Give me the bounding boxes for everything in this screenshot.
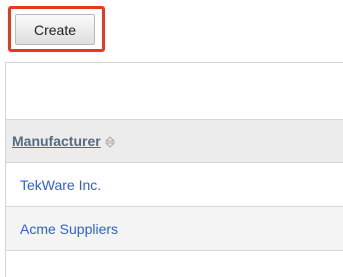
create-button[interactable]: Create xyxy=(15,14,95,45)
page: Create Manufacturer TekWare Inc. Acme Su… xyxy=(0,0,343,277)
manufacturer-link[interactable]: TekWare Inc. xyxy=(20,177,101,193)
column-header-manufacturer[interactable]: Manufacturer xyxy=(12,133,101,149)
table-header-row: Manufacturer xyxy=(6,120,343,163)
manufacturer-link[interactable]: Acme Suppliers xyxy=(20,221,118,237)
sort-icon[interactable] xyxy=(104,135,115,148)
list-toolbar-row xyxy=(6,62,343,120)
table-row: Acme Suppliers xyxy=(6,207,343,251)
table-row: TekWare Inc. xyxy=(6,163,343,207)
manufacturers-list-view: Manufacturer TekWare Inc. Acme Suppliers xyxy=(5,62,343,277)
